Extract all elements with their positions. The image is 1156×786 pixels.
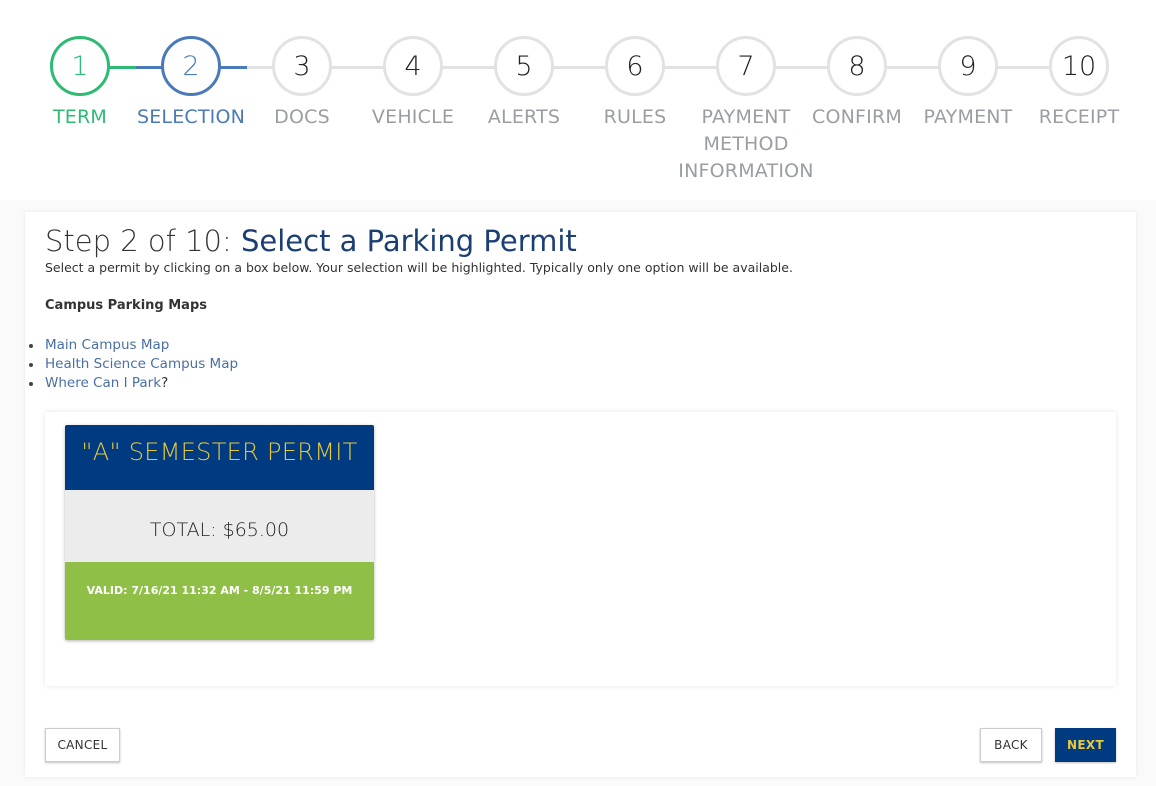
where-can-i-park-link[interactable]: Where Can I Park [45, 375, 161, 391]
step-receipt: 10 RECEIPT [1014, 36, 1144, 131]
page-instructions: Select a permit by clicking on a box bel… [45, 260, 793, 275]
permit-name: "A" SEMESTER PERMIT [65, 425, 374, 490]
step-number: 9 [938, 36, 998, 96]
step-number: 7 [716, 36, 776, 96]
list-item: Where Can I Park? [28, 374, 238, 393]
main-campus-map-link[interactable]: Main Campus Map [45, 337, 169, 353]
step-number: 5 [494, 36, 554, 96]
permit-card[interactable]: "A" SEMESTER PERMIT TOTAL: $65.00 VALID:… [65, 425, 374, 640]
step-number: 8 [827, 36, 887, 96]
back-button[interactable]: BACK [980, 728, 1042, 762]
permit-options: "A" SEMESTER PERMIT TOTAL: $65.00 VALID:… [45, 412, 1116, 686]
permit-valid-dates: VALID: 7/16/21 11:32 AM - 8/5/21 11:59 P… [65, 562, 374, 640]
page-title: Step 2 of 10: Select a Parking Permit [45, 224, 577, 258]
maps-heading: Campus Parking Maps [45, 298, 207, 313]
title-main: Select a Parking Permit [240, 224, 577, 258]
permit-selection-panel: Step 2 of 10: Select a Parking Permit Se… [25, 212, 1136, 777]
cancel-button[interactable]: CANCEL [45, 728, 120, 762]
list-item: Main Campus Map [28, 336, 238, 355]
health-science-map-link[interactable]: Health Science Campus Map [45, 356, 238, 372]
step-number: 2 [161, 36, 221, 96]
list-item: Health Science Campus Map [28, 355, 238, 374]
permit-total: TOTAL: $65.00 [65, 490, 374, 562]
step-number: 4 [383, 36, 443, 96]
step-number: 6 [605, 36, 665, 96]
next-button[interactable]: NEXT [1055, 728, 1116, 762]
step-number: 10 [1049, 36, 1109, 96]
title-prefix: Step 2 of 10: [45, 224, 241, 258]
step-number: 3 [272, 36, 332, 96]
step-number: 1 [50, 36, 110, 96]
progress-stepper: 1 TERM 2 SELECTION 3 DOCS 4 VEHICLE 5 AL… [0, 0, 1156, 200]
question-mark: ? [161, 375, 169, 391]
maps-list: Main Campus Map Health Science Campus Ma… [28, 336, 238, 393]
step-label: RECEIPT [1038, 106, 1120, 128]
